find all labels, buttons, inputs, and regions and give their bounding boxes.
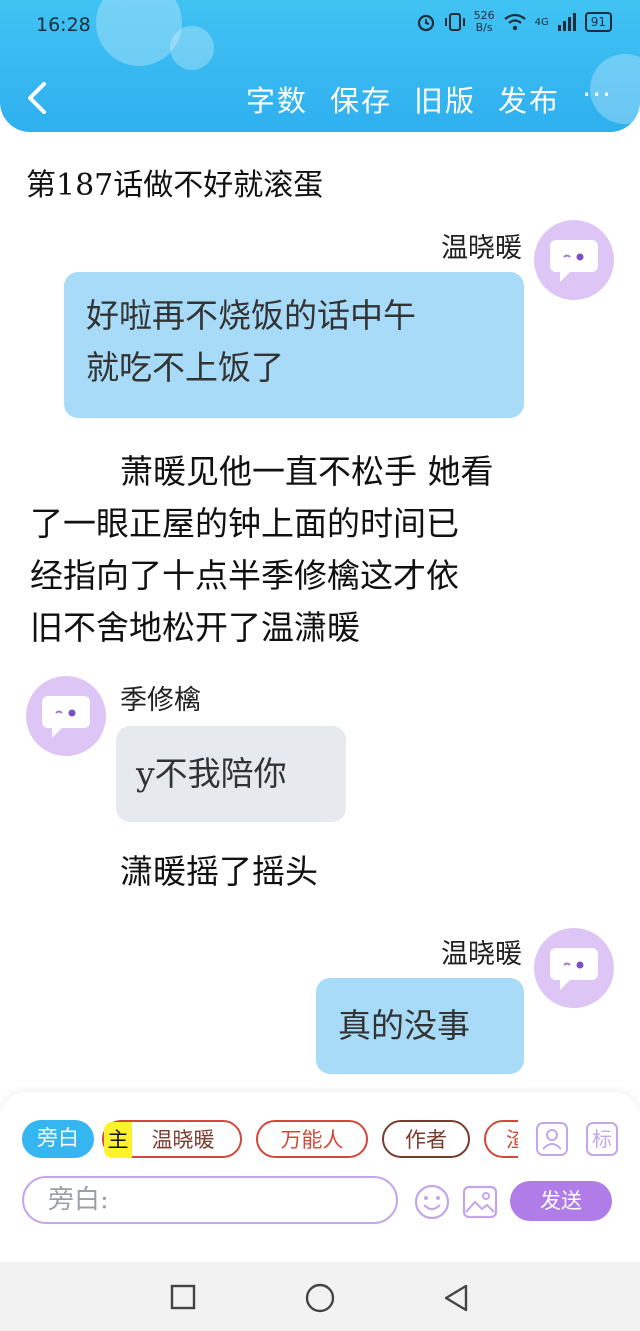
speaker-name: 温晓暖: [441, 233, 522, 264]
home-icon[interactable]: [305, 1283, 335, 1313]
chapter-title[interactable]: 第187话做不好就滚蛋: [26, 160, 323, 204]
role-manage-button[interactable]: [536, 1122, 568, 1156]
decor-bubble: [96, 0, 182, 66]
narration-block[interactable]: 潇暖摇了摇头: [120, 846, 318, 898]
narration-line: 了一眼正屋的钟上面的时间已: [30, 504, 459, 543]
chat-bubble-icon: [550, 240, 598, 282]
alarm-icon: [417, 14, 434, 32]
speaker-name: 季修檎: [120, 685, 201, 716]
input-placeholder: 旁白:: [48, 1185, 109, 1215]
narration-line: 经指向了十点半季修檎这才依: [30, 556, 459, 595]
message-line: 就吃不上饭了: [86, 348, 284, 387]
decor-bubble: [170, 26, 214, 70]
avatar[interactable]: [534, 928, 614, 1008]
role-chip-author[interactable]: 作者: [382, 1120, 470, 1158]
more-menu-button[interactable]: ···: [582, 78, 612, 111]
role-chip-list: 旁白 主 温晓暖 万能人 作者 渣男: [22, 1120, 518, 1162]
main-role-tag: 主: [104, 1122, 132, 1158]
back-icon[interactable]: [442, 1283, 470, 1313]
role-chip-universal[interactable]: 万能人: [256, 1120, 368, 1158]
old-version-button[interactable]: 旧版: [414, 78, 476, 120]
word-count-button[interactable]: 字数: [246, 78, 308, 120]
battery-indicator: 91: [584, 12, 612, 32]
role-chip-label: 温晓暖: [151, 1128, 215, 1152]
vibrate-icon: [444, 13, 465, 31]
message-line: 好啦再不烧饭的话中午: [86, 296, 416, 335]
status-time: 16:28: [36, 14, 91, 36]
recent-apps-icon[interactable]: [170, 1284, 196, 1310]
smiley-icon: [414, 1184, 450, 1220]
message-input[interactable]: 旁白:: [22, 1176, 398, 1224]
role-chip-main[interactable]: 主 温晓暖: [102, 1120, 242, 1158]
toolbar-actions: 字数 保存 旧版 发布: [246, 78, 560, 120]
publish-button[interactable]: 发布: [498, 78, 560, 120]
signal-icon: [557, 13, 576, 31]
chevron-left-icon: [28, 82, 46, 114]
narration-line: 萧暖见他一直不松手 她看: [120, 452, 494, 491]
wifi-icon: [503, 13, 526, 31]
message-bubble[interactable]: 真的没事: [316, 978, 524, 1074]
chat-bubble-icon: [42, 696, 90, 738]
system-nav-bar: [0, 1262, 640, 1331]
message-bubble[interactable]: y不我陪你: [116, 726, 346, 822]
narration-line: 旧不舍地松开了温潇暖: [30, 608, 360, 647]
role-chip-scumbag[interactable]: 渣男: [484, 1120, 518, 1158]
send-button[interactable]: 发送: [510, 1181, 612, 1221]
save-button[interactable]: 保存: [330, 78, 392, 120]
message-line: y不我陪你: [136, 754, 287, 793]
mark-label: 标: [592, 1127, 612, 1151]
emoji-button[interactable]: [414, 1184, 450, 1224]
avatar[interactable]: [534, 220, 614, 300]
narration-block[interactable]: 萧暖见他一直不松手 她看 了一眼正屋的钟上面的时间已 经指向了十点半季修檎这才依…: [30, 446, 494, 654]
role-chip-narrator[interactable]: 旁白: [22, 1120, 94, 1158]
status-icons: 526 B/s 4G 91: [416, 10, 612, 34]
person-card-icon: [542, 1129, 562, 1150]
speaker-name: 温晓暖: [441, 939, 522, 970]
net-speed: 526 B/s: [473, 9, 495, 34]
mark-button[interactable]: 标: [586, 1122, 618, 1156]
message-bubble[interactable]: 好啦再不烧饭的话中午 就吃不上饭了: [64, 272, 524, 418]
image-button[interactable]: [462, 1184, 498, 1224]
chat-bubble-icon: [550, 948, 598, 990]
app-header: 16:28 526 B/s 4G 91 字数 保存 旧版 发布 ···: [0, 0, 640, 132]
message-line: 真的没事: [338, 1006, 470, 1045]
avatar[interactable]: [26, 676, 106, 756]
image-icon: [462, 1185, 498, 1219]
narration-line: 潇暖摇了摇头: [120, 852, 318, 891]
back-button[interactable]: [24, 80, 54, 116]
network-type: 4G: [534, 16, 549, 28]
